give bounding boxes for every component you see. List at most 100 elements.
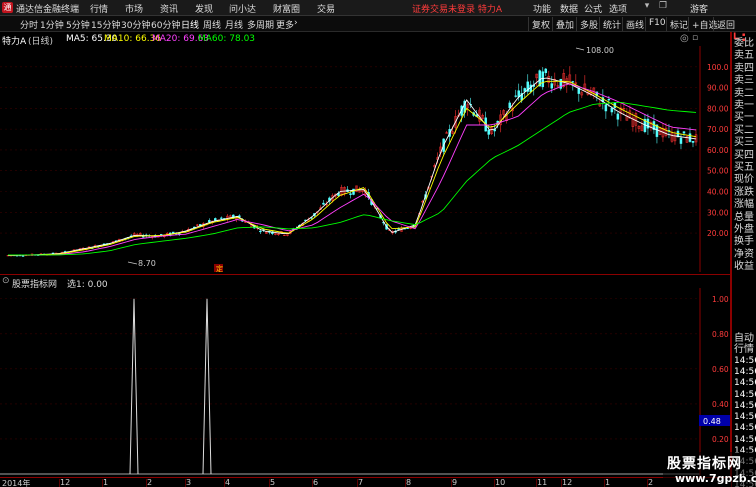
tool-fanhui[interactable]: 返回 bbox=[713, 17, 738, 31]
quote-row-label: 卖三 bbox=[734, 75, 754, 87]
more-arrow-icon[interactable]: › bbox=[294, 18, 298, 28]
candle-body bbox=[322, 202, 325, 205]
candle-body bbox=[550, 83, 554, 89]
menu-xuanxiang[interactable]: 选项 bbox=[609, 2, 627, 15]
price-tick-label: 40.00 bbox=[707, 187, 729, 196]
date-tick-label: 6 bbox=[313, 478, 319, 487]
tool-fuquan[interactable]: 复权 bbox=[528, 17, 553, 31]
candle-body bbox=[529, 84, 533, 93]
date-tick-mark: | bbox=[58, 478, 61, 487]
ma10-line bbox=[8, 80, 697, 256]
low-price-label: 8.70 bbox=[138, 259, 156, 268]
date-tick-label: 3 bbox=[186, 478, 192, 487]
indicator-tick-label: 0.40 bbox=[712, 400, 729, 409]
menu-zixun[interactable]: 资讯 bbox=[160, 2, 178, 15]
candle-body bbox=[514, 95, 517, 97]
tab-duozhouqi[interactable]: 多周期 bbox=[247, 18, 274, 31]
quote-row-label: 买二 bbox=[734, 124, 754, 136]
login-status-ticker[interactable]: 证券交易未登录 特力A bbox=[412, 2, 502, 15]
candle-body bbox=[214, 218, 217, 221]
app-logo-icon: 通 bbox=[2, 2, 13, 13]
menu-gongshi[interactable]: 公式 bbox=[584, 2, 602, 15]
indicator-tick-label: 0.80 bbox=[712, 330, 729, 339]
candle-body bbox=[541, 71, 545, 88]
candle-body bbox=[682, 131, 686, 134]
low-price-pointer bbox=[127, 261, 138, 265]
quote-row-label: 卖四 bbox=[734, 62, 754, 74]
menu-shichang[interactable]: 市场 bbox=[125, 2, 143, 15]
quote-row-label: 买五 bbox=[734, 162, 754, 173]
title-bar: 通 通达信金融终端 行情 市场 资讯 发现 问小达 财富圈 交易 证券交易未登录… bbox=[0, 0, 756, 16]
menu-jiaoyi[interactable]: 交易 bbox=[317, 2, 335, 15]
date-tick-mark: | bbox=[223, 478, 226, 487]
tool-diejia[interactable]: 叠加 bbox=[552, 17, 577, 31]
candle-body bbox=[406, 227, 409, 229]
candle-body bbox=[259, 230, 262, 233]
tab-fenshi[interactable]: 分时 bbox=[20, 18, 38, 31]
restore-icon[interactable]: ❐ bbox=[657, 1, 669, 14]
quote-row-label: 买三 bbox=[734, 137, 754, 149]
date-axis: 2014年 12 | 1 | 2 | 3 | 4 | 5 | 6 | 7 | 8 | 9 | 10 | 11 | 12 | 1 | 2 | bbox=[0, 477, 731, 487]
date-tick-mark: | bbox=[101, 478, 104, 487]
date-tick-label: 10 bbox=[495, 478, 506, 487]
date-tick-mark: | bbox=[493, 478, 496, 487]
quote-row-label: 卖二 bbox=[734, 87, 754, 99]
tab-30min[interactable]: 30分钟 bbox=[121, 18, 150, 31]
price-tick-label: 80.00 bbox=[707, 104, 729, 113]
tab-15min[interactable]: 15分钟 bbox=[91, 18, 120, 31]
candle-body bbox=[544, 68, 548, 74]
indicator-tick-label: 0.20 bbox=[712, 435, 729, 444]
candle-body bbox=[508, 102, 511, 109]
settings-circle-icon[interactable]: ◎ bbox=[680, 33, 689, 44]
tab-60min[interactable]: 60分钟 bbox=[151, 18, 180, 31]
ma60-line bbox=[8, 101, 697, 256]
tab-zhouxian[interactable]: 周线 bbox=[203, 18, 221, 31]
date-tick-label: 1 bbox=[605, 478, 611, 487]
menu-caifuquan[interactable]: 财富圈 bbox=[273, 2, 300, 15]
price-tick-label: 70.00 bbox=[707, 125, 729, 134]
date-tick-mark: | bbox=[311, 478, 314, 487]
menu-shuju[interactable]: 数据 bbox=[560, 2, 578, 15]
tab-rixian[interactable]: 日线 bbox=[181, 18, 199, 31]
menu-faxian[interactable]: 发现 bbox=[195, 2, 213, 15]
date-tick-mark: | bbox=[450, 478, 453, 487]
ding-marker: 定 bbox=[216, 264, 223, 272]
indicator-header: ⊙ 股票指标网 选1: 0.00 bbox=[0, 274, 730, 290]
candle-body bbox=[604, 104, 608, 112]
tool-tongji[interactable]: 统计 bbox=[599, 17, 624, 31]
quote-row-label: 委比 bbox=[734, 38, 754, 49]
candle-body bbox=[607, 98, 611, 101]
menu-dropdown-icon[interactable]: ▾ bbox=[641, 1, 653, 14]
tab-5min[interactable]: 5分钟 bbox=[66, 18, 90, 31]
indicator-chart[interactable]: 1.00 0.80 0.60 0.40 0.20 0.48 bbox=[0, 288, 730, 477]
tab-gengduo[interactable]: 更多 bbox=[276, 18, 294, 31]
signal-series bbox=[0, 298, 700, 475]
price-tick-label: 90.00 bbox=[707, 84, 729, 93]
indicator-tick-label: 0.60 bbox=[712, 365, 729, 374]
date-tick-label: 12 bbox=[562, 478, 573, 487]
tab-yuexian[interactable]: 月线 bbox=[225, 18, 243, 31]
expand-square-icon[interactable]: ▫ bbox=[692, 33, 698, 43]
quote-row-label: 涨跌 bbox=[734, 186, 754, 198]
menu-wenxiaoda[interactable]: 问小达 bbox=[229, 2, 256, 15]
tool-huaxian[interactable]: 画线 bbox=[622, 17, 647, 31]
quote-row-label: 外盘 bbox=[734, 224, 754, 235]
date-tick-mark: | bbox=[535, 478, 538, 487]
menu-gongneng[interactable]: 功能 bbox=[533, 2, 551, 15]
quote-panel: L ▪ ▪ 委比 卖五 卖四 卖三 卖二 卖一 买一 买二 买三 买四 买五 现价 涨跌 涨幅 总量 外盘 换手净… bbox=[731, 32, 756, 487]
tab-1min[interactable]: 1分钟 bbox=[40, 18, 64, 31]
ma-legend: 特力A (日线) MA5: 65.30 MA10: 66.36 MA20: 69… bbox=[0, 32, 700, 47]
menu-hangqing[interactable]: 行情 bbox=[90, 2, 108, 15]
tool-duogu[interactable]: 多股 bbox=[576, 17, 601, 31]
price-tick-label: 20.00 bbox=[707, 229, 729, 238]
guest-label[interactable]: 游客 bbox=[690, 2, 708, 15]
candle-body bbox=[352, 188, 355, 195]
indicator-settings-icon[interactable]: ⊙ bbox=[2, 276, 10, 286]
candle-body bbox=[493, 129, 496, 132]
signal-spike bbox=[202, 298, 212, 475]
kline-chart[interactable]: 108.00 8.70 定 100.0 90.00 80.00 70.00 60.00 5… bbox=[0, 46, 730, 272]
candle-body bbox=[397, 228, 400, 230]
candle-body bbox=[208, 220, 211, 223]
quote-row-label: 收益 bbox=[734, 261, 754, 273]
period-toolbar: 分时 1分钟 5分钟 15分钟 30分钟 60分钟 日线 周线 月线 多周期 更… bbox=[0, 16, 756, 32]
